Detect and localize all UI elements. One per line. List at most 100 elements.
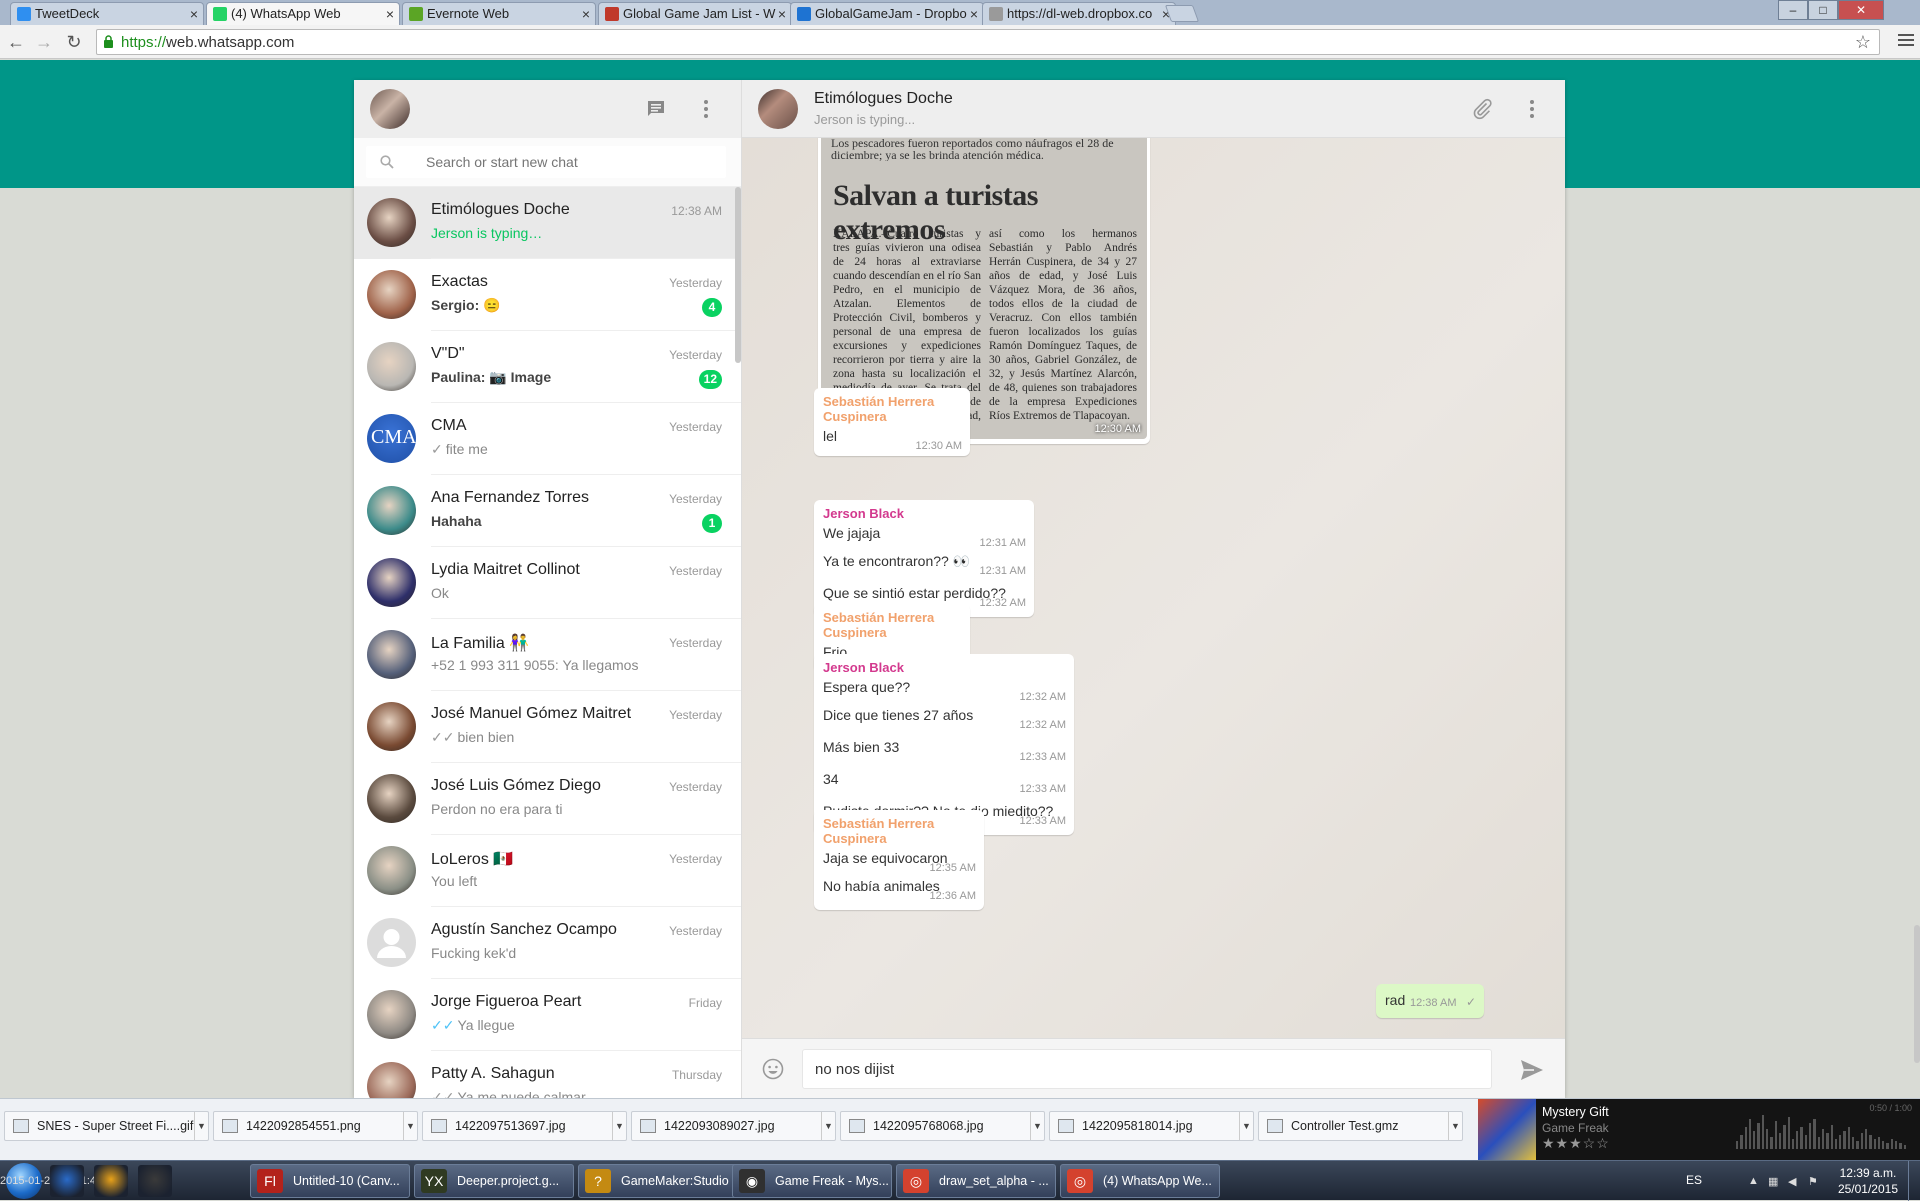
chat-list-scrollbar[interactable] bbox=[735, 187, 741, 363]
download-options-icon[interactable]: ▼ bbox=[821, 1112, 835, 1140]
omnibox[interactable]: https://web.whatsapp.com ☆ bbox=[96, 29, 1880, 55]
chat-list-item[interactable]: Agustín Sanchez Ocampo Yesterday Fucking k… bbox=[354, 907, 741, 979]
browser-tab[interactable]: GlobalGameJam - Dropbo × bbox=[790, 2, 984, 25]
message-list[interactable]: Los pescadores fueron reportados como ná… bbox=[742, 138, 1565, 1038]
chat-list-item[interactable]: Etimólogues Doche 12:38 AM Jerson is typin… bbox=[354, 187, 741, 259]
window-close-button[interactable]: ✕ bbox=[1838, 0, 1884, 20]
network-icon[interactable]: ▦ bbox=[1768, 1175, 1780, 1188]
message-sender[interactable]: Sebastián Herrera Cuspinera bbox=[823, 610, 962, 640]
browser-tab[interactable]: https://dl-web.dropbox.co × bbox=[982, 2, 1176, 25]
pinned-app-icon[interactable] bbox=[94, 1165, 128, 1197]
chat-avatar bbox=[367, 702, 416, 751]
download-options-icon[interactable]: ▼ bbox=[1030, 1112, 1044, 1140]
forward-button[interactable]: → bbox=[34, 32, 54, 52]
emoji-icon[interactable] bbox=[762, 1058, 784, 1080]
tab-close-icon[interactable]: × bbox=[190, 3, 198, 25]
chat-list-item[interactable]: CMA CMA Yesterday ✓ fite me bbox=[354, 403, 741, 475]
taskbar-window-button[interactable]: Fl Untitled-10 (Canv... bbox=[250, 1164, 410, 1198]
message-input[interactable] bbox=[802, 1049, 1492, 1089]
menu-kebab-icon[interactable] bbox=[694, 97, 718, 121]
chat-name: V"D" bbox=[431, 345, 465, 362]
chat-list-item[interactable]: Lydia Maitret Collinot Yesterday Ok bbox=[354, 547, 741, 619]
back-button[interactable]: ← bbox=[6, 32, 26, 52]
language-indicator[interactable]: ES bbox=[1686, 1173, 1702, 1187]
browser-tab[interactable]: (4) WhatsApp Web × bbox=[206, 2, 400, 25]
new-chat-icon[interactable] bbox=[644, 97, 668, 121]
tray-expand-icon[interactable]: ▲ bbox=[1748, 1175, 1760, 1187]
new-tab-button[interactable] bbox=[1164, 5, 1200, 22]
chat-list-item[interactable]: Ana Fernandez Torres Yesterday Hahaha 1 bbox=[354, 475, 741, 547]
incoming-message[interactable]: Jerson Black We jajaja 12:31 AM Ya te encon… bbox=[814, 500, 1034, 617]
chat-list-item[interactable]: LoLeros 🇲🇽 Yesterday You left bbox=[354, 835, 741, 907]
download-item[interactable]: 1422097513697.jpg ▼ bbox=[422, 1111, 627, 1141]
message-sender[interactable]: Sebastián Herrera Cuspinera bbox=[823, 816, 976, 846]
download-item[interactable]: 1422092854551.png ▼ bbox=[213, 1111, 418, 1141]
download-options-icon[interactable]: ▼ bbox=[612, 1112, 626, 1140]
search-input[interactable] bbox=[426, 150, 716, 174]
conversation-title[interactable]: Etimólogues Doche bbox=[814, 90, 953, 108]
tab-close-icon[interactable]: × bbox=[582, 3, 590, 25]
incoming-message[interactable]: Jerson Black Espera que?? 12:32 AM Dice que… bbox=[814, 654, 1074, 835]
chat-list-item[interactable]: Exactas Yesterday Sergio: 😑 4 bbox=[354, 259, 741, 331]
chat-list-item[interactable]: Jorge Figueroa Peart Friday ✓✓ Ya llegue bbox=[354, 979, 741, 1051]
tab-favicon-icon bbox=[797, 7, 811, 21]
file-icon bbox=[640, 1119, 656, 1133]
volume-icon[interactable]: ◀ bbox=[1788, 1175, 1800, 1188]
download-item[interactable]: SNES - Super Street Fi....gif ▼ bbox=[4, 1111, 209, 1141]
tab-close-icon[interactable]: × bbox=[778, 3, 786, 25]
tab-close-icon[interactable]: × bbox=[970, 3, 978, 25]
browser-tab[interactable]: TweetDeck × bbox=[10, 2, 204, 25]
browser-tab[interactable]: Global Game Jam List - W × bbox=[598, 2, 792, 25]
chat-list-item[interactable]: José Manuel Gómez Maitret Yesterday ✓✓ bien… bbox=[354, 691, 741, 763]
outgoing-message[interactable]: rad 12:38 AM ✓ bbox=[1376, 984, 1484, 1018]
taskbar-window-button[interactable]: ◎ (4) WhatsApp We... bbox=[1060, 1164, 1220, 1198]
pinned-app-icon[interactable] bbox=[50, 1165, 84, 1197]
media-player-widget[interactable]: Mystery Gift Game Freak ★★★☆☆ 0:50 / 1:0… bbox=[1478, 1099, 1920, 1161]
track-rating[interactable]: ★★★☆☆ bbox=[1542, 1135, 1610, 1152]
tab-title: GlobalGameJam - Dropbo bbox=[815, 6, 967, 21]
browser-tab[interactable]: Evernote Web × bbox=[402, 2, 596, 25]
download-item[interactable]: Controller Test.gmz ▼ bbox=[1258, 1111, 1463, 1141]
chat-avatar bbox=[367, 198, 416, 247]
chrome-menu-icon[interactable] bbox=[1898, 31, 1914, 49]
pinned-app-icon[interactable] bbox=[138, 1165, 172, 1197]
flag-icon[interactable]: ⚑ bbox=[1808, 1175, 1820, 1188]
show-desktop-button[interactable] bbox=[1908, 1161, 1920, 1201]
taskbar-window-button[interactable]: ◉ Game Freak - Mys... bbox=[732, 1164, 892, 1198]
start-button[interactable]: 2015-01-25 10:31:40 bbox=[0, 1163, 102, 1199]
taskbar-window-button[interactable]: ◎ draw_set_alpha - ... bbox=[896, 1164, 1056, 1198]
tab-close-icon[interactable]: × bbox=[386, 3, 394, 25]
bookmark-star-icon[interactable]: ☆ bbox=[1855, 32, 1871, 53]
download-options-icon[interactable]: ▼ bbox=[1448, 1112, 1462, 1140]
conversation-avatar[interactable] bbox=[758, 89, 798, 129]
download-item[interactable]: 1422095818014.jpg ▼ bbox=[1049, 1111, 1254, 1141]
download-options-icon[interactable]: ▼ bbox=[194, 1112, 208, 1140]
attach-icon[interactable] bbox=[1470, 97, 1494, 121]
window-maximize-button[interactable]: □ bbox=[1808, 0, 1838, 20]
clock[interactable]: 12:39 a.m. 25/01/2015 bbox=[1838, 1165, 1898, 1197]
chat-list-item[interactable]: Patty A. Sahagun Thursday ✓✓ Ya me puede ca… bbox=[354, 1051, 741, 1098]
conversation-menu-icon[interactable] bbox=[1520, 97, 1544, 121]
taskbar-window-button[interactable]: ? GameMaker:Studio bbox=[578, 1164, 738, 1198]
reload-button[interactable]: ↻ bbox=[64, 32, 84, 52]
chat-list-item[interactable]: V"D" Yesterday Paulina: 📷 Image 12 bbox=[354, 331, 741, 403]
chat-list-item[interactable]: La Familia 👫 Yesterday +52 1 993 311 9055:… bbox=[354, 619, 741, 691]
chat-time: Friday bbox=[688, 996, 722, 1010]
conversation-pane: Etimólogues Doche Jerson is typing... Lo… bbox=[742, 80, 1920, 1098]
download-options-icon[interactable]: ▼ bbox=[403, 1112, 417, 1140]
download-item[interactable]: 1422093089027.jpg ▼ bbox=[631, 1111, 836, 1141]
download-item[interactable]: 1422095768068.jpg ▼ bbox=[840, 1111, 1045, 1141]
message-list-scrollbar[interactable] bbox=[1914, 925, 1920, 1063]
message-sender[interactable]: Jerson Black bbox=[823, 660, 1066, 675]
download-options-icon[interactable]: ▼ bbox=[1239, 1112, 1253, 1140]
taskbar-window-button[interactable]: YX Deeper.project.g... bbox=[414, 1164, 574, 1198]
message-sender[interactable]: Jerson Black bbox=[823, 506, 1026, 521]
window-minimize-button[interactable]: – bbox=[1778, 0, 1808, 20]
visualizer-bar bbox=[1783, 1125, 1786, 1149]
send-icon[interactable] bbox=[1520, 1059, 1544, 1081]
incoming-message[interactable]: Sebastián Herrera Cuspinera lel 12:30 AM bbox=[814, 388, 970, 456]
chat-list-item[interactable]: José Luis Gómez Diego Yesterday Perdon no … bbox=[354, 763, 741, 835]
my-avatar[interactable] bbox=[370, 89, 410, 129]
message-sender[interactable]: Sebastián Herrera Cuspinera bbox=[823, 394, 962, 424]
incoming-message[interactable]: Sebastián Herrera Cuspinera Jaja se equiv… bbox=[814, 810, 984, 910]
